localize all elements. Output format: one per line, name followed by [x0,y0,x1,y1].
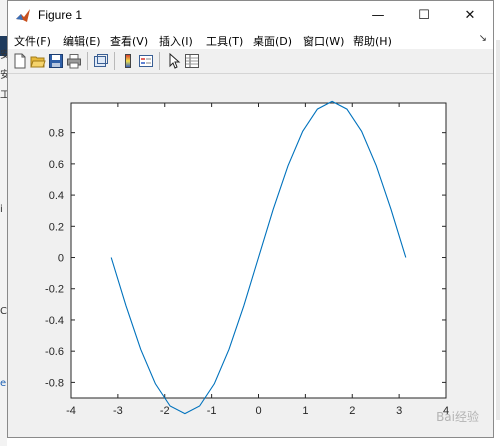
y-tick-label: -0.4 [45,315,64,327]
save-icon[interactable] [48,53,64,69]
y-tick-label: -0.6 [45,346,64,358]
background-link[interactable]: e [0,378,6,389]
x-tick-label: 1 [302,405,308,417]
x-tick-label: -2 [160,405,170,417]
x-tick-label: -4 [66,405,76,417]
y-tick-label: 0.4 [49,190,64,202]
minimize-button[interactable]: — [355,1,401,30]
menu-window[interactable]: 窗口(W) [303,33,344,49]
y-tick-label: -0.8 [45,377,64,389]
menubar-dock-arrow-icon[interactable]: ↘ [479,33,487,44]
menu-help[interactable]: 帮助(H) [353,33,392,49]
plot-area: -4 -3 -2 -1 0 1 2 3 4 -0.8 -0.6 -0.4 -0.2 0 0.2 0.4 0.6… [8,74,493,437]
menu-view[interactable]: 查看(V) [110,33,148,49]
menu-edit[interactable]: 编辑(E) [63,33,101,49]
menu-tools[interactable]: 工具(T) [206,33,243,49]
matlab-icon [15,8,31,24]
x-tick-label: -1 [207,405,217,417]
menu-insert[interactable]: 插入(I) [159,33,193,49]
close-icon: ✕ [464,8,476,23]
colorbar-icon[interactable] [120,53,136,69]
maximize-icon: ☐ [418,8,430,23]
y-tick-label: 0.6 [49,159,64,171]
x-tick-label: 0 [255,405,261,417]
window-title: Figure 1 [38,8,83,22]
menu-bar: 文件(F) 编辑(E) 查看(V) 插入(I) 工具(T) 桌面(D) 窗口(W… [8,30,493,49]
figure-toolbar [8,49,493,74]
title-bar[interactable]: Figure 1 — ☐ ✕ [8,1,493,30]
new-figure-icon[interactable] [12,53,28,69]
watermark-text: Bai经验 [436,410,479,424]
maximize-button[interactable]: ☐ [401,1,447,30]
x-tick-label: -3 [113,405,123,417]
toolbar-separator [87,52,88,70]
close-button[interactable]: ✕ [447,1,493,30]
y-tick-label: 0.2 [49,221,64,233]
background-app-right-edge [496,40,500,420]
background-app-edge: 安 安 工 i C e [0,0,10,446]
legend-icon[interactable] [138,53,154,69]
menu-desktop[interactable]: 桌面(D) [253,33,292,49]
x-tick-label: 2 [349,405,355,417]
y-tick-label: 0 [58,253,64,265]
x-tick-label: 3 [396,405,402,417]
background-char: C [0,306,7,317]
figure-window: Figure 1 — ☐ ✕ 文件(F) 编辑(E) 查看(V) 插入(I) 工… [7,0,494,438]
toolbar-separator [159,52,160,70]
minimize-icon: — [371,8,385,23]
axes-box[interactable] [70,102,447,399]
property-inspector-icon[interactable] [184,53,200,69]
y-tick-label: 0.8 [49,128,64,140]
open-file-icon[interactable] [30,53,46,69]
menu-file[interactable]: 文件(F) [14,33,51,49]
sine-plot[interactable]: -4 -3 -2 -1 0 1 2 3 4 -0.8-0.6-0.4-0.200.20.40.6… [8,74,493,437]
y-tick-label: -0.2 [45,284,64,296]
background-char: i [0,204,3,215]
pointer-icon[interactable] [166,52,182,69]
link-plot-icon[interactable] [93,53,109,69]
toolbar-separator [114,52,115,70]
print-icon[interactable] [66,53,82,69]
